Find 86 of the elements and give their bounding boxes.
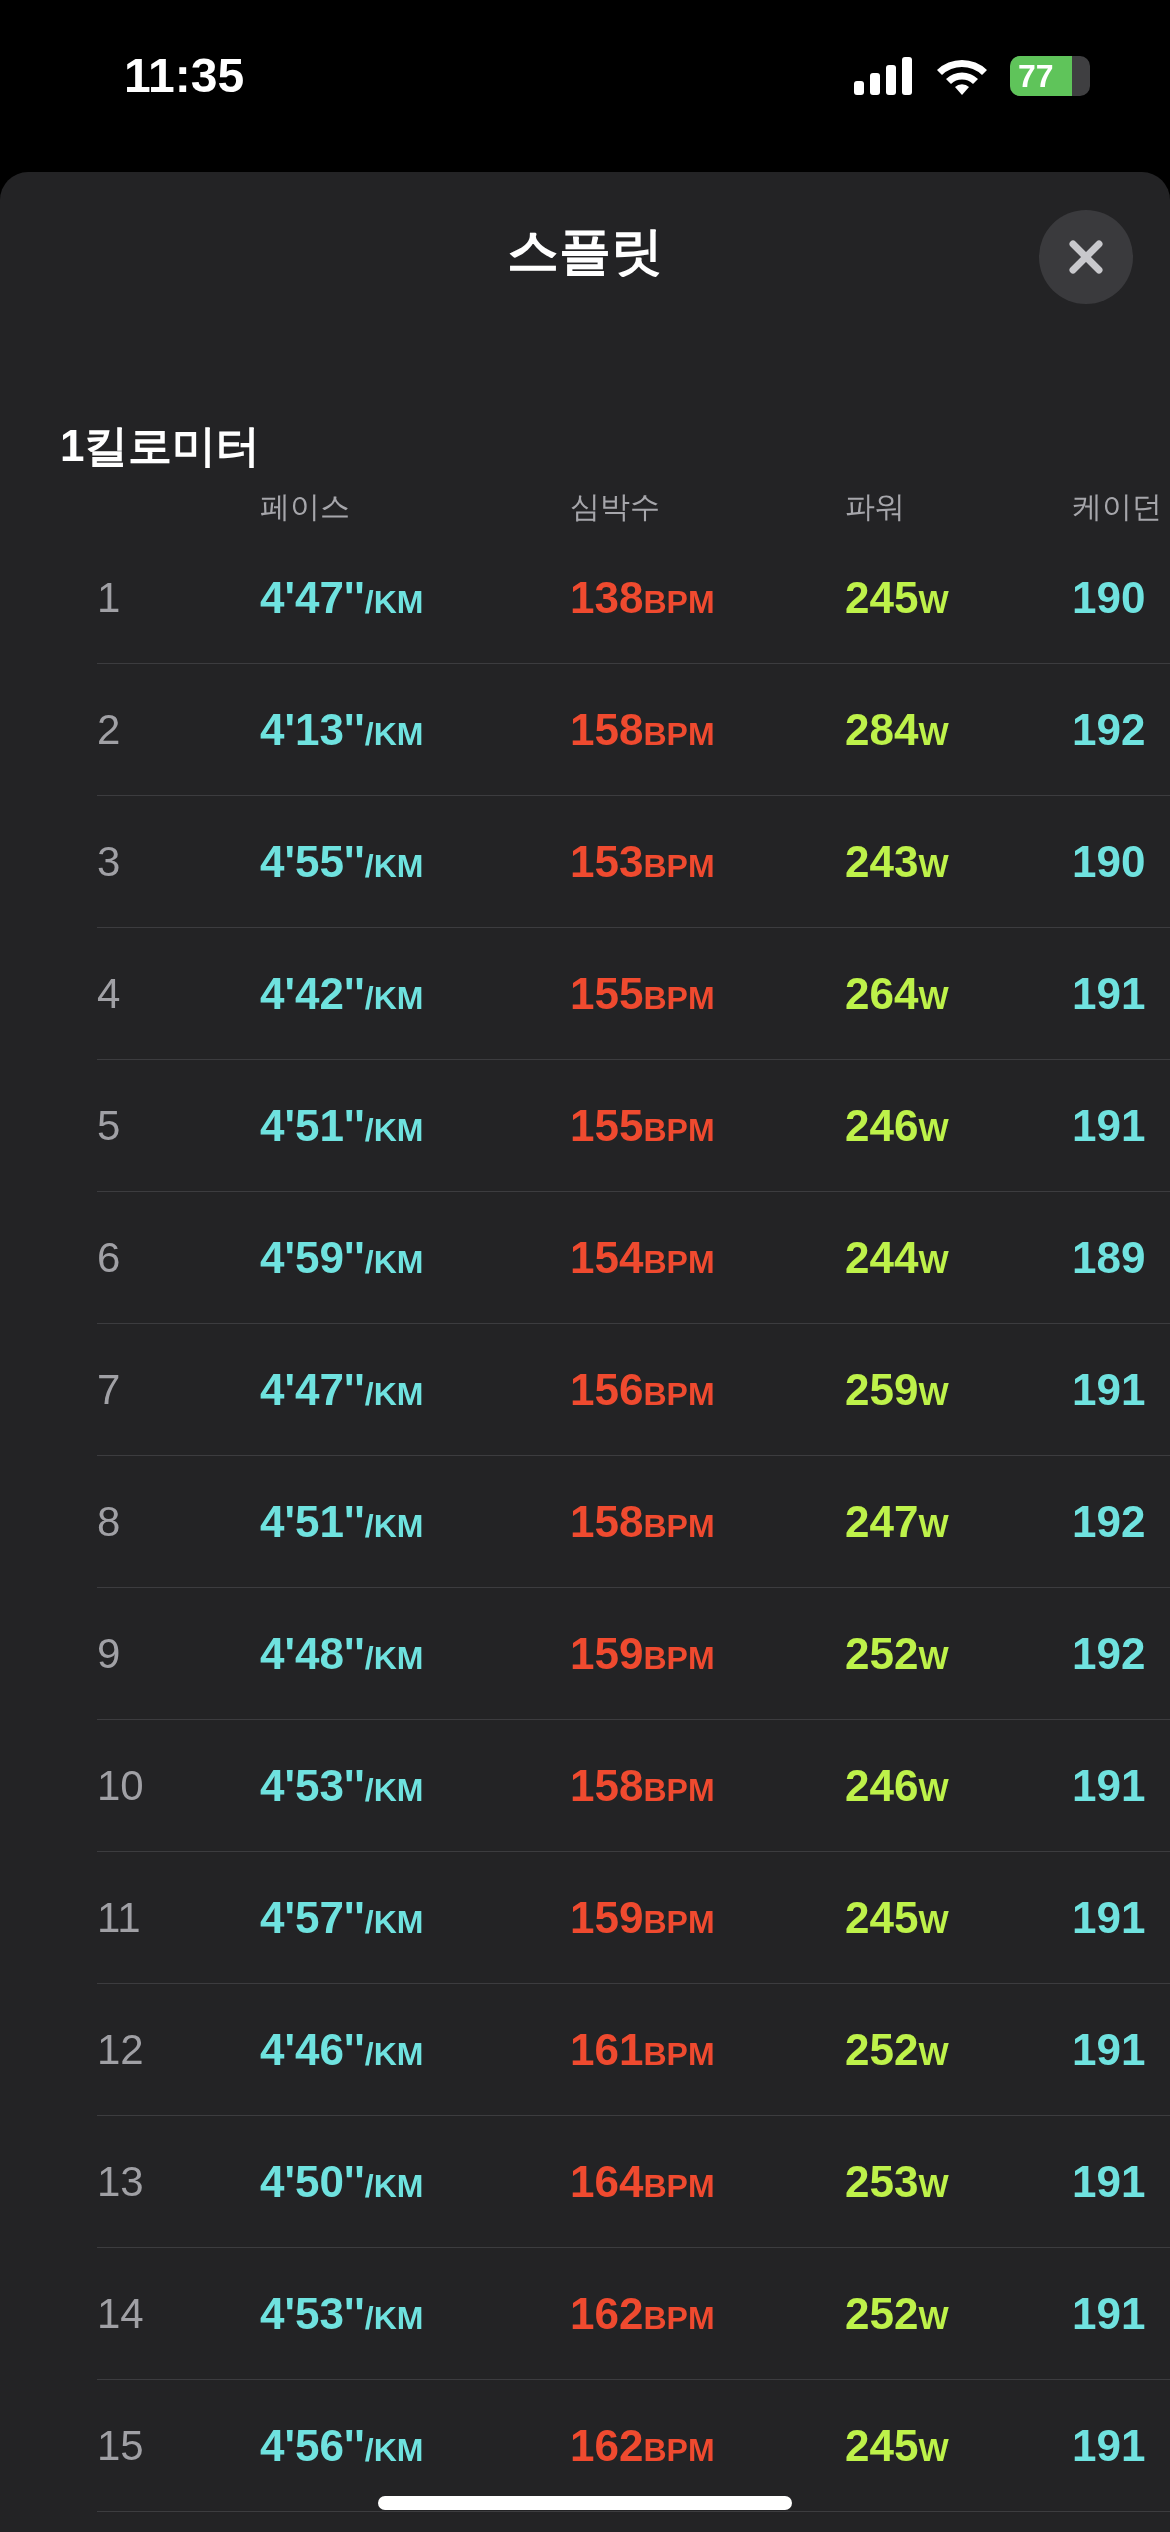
wifi-icon: [936, 57, 988, 95]
close-icon: [1068, 239, 1104, 275]
heart-rate-value: 158BPM: [570, 704, 715, 755]
heart-rate-value: 155BPM: [570, 968, 715, 1019]
heart-rate-value: 162BPM: [570, 2420, 715, 2471]
column-header: 파워: [845, 488, 906, 525]
pace-value: 4'53''/KM: [260, 1760, 424, 1811]
power-value: 264W: [845, 968, 949, 1019]
split-number: 4: [97, 969, 121, 1018]
pace-value: 4'57''/KM: [260, 1892, 424, 1943]
pace-value: 4'53''/KM: [260, 2288, 424, 2339]
cadence-value: 192: [1072, 1496, 1146, 1547]
cadence-value: 191: [1072, 1100, 1146, 1151]
heart-rate-value: 164BPM: [570, 2156, 715, 2207]
split-number: 1: [97, 573, 121, 622]
pace-value: 4'48''/KM: [260, 1628, 424, 1679]
power-value: 247W: [845, 1496, 949, 1547]
split-number: 9: [97, 1629, 121, 1678]
power-value: 243W: [845, 836, 949, 887]
heart-rate-value: 153BPM: [570, 836, 715, 887]
split-number: 2: [97, 705, 121, 754]
heart-rate-value: 159BPM: [570, 1628, 715, 1679]
split-number: 7: [97, 1365, 121, 1414]
pace-value: 4'51''/KM: [260, 1496, 424, 1547]
pace-value: 4'13''/KM: [260, 704, 424, 755]
power-value: 245W: [845, 1892, 949, 1943]
split-number: 6: [97, 1233, 121, 1282]
column-header: 페이스: [260, 488, 351, 525]
split-number: 10: [97, 1761, 144, 1810]
heart-rate-value: 156BPM: [570, 1364, 715, 1415]
heart-rate-value: 155BPM: [570, 1100, 715, 1151]
heart-rate-value: 154BPM: [570, 1232, 715, 1283]
power-value: 245W: [845, 572, 949, 623]
split-number: 15: [97, 2421, 144, 2470]
cadence-value: 191: [1072, 2420, 1146, 2471]
split-number: 5: [97, 1101, 121, 1150]
cadence-value: 191: [1072, 2156, 1146, 2207]
pace-value: 4'50''/KM: [260, 2156, 424, 2207]
pace-value: 4'42''/KM: [260, 968, 424, 1019]
split-number: 14: [97, 2289, 144, 2338]
pace-value: 4'47''/KM: [260, 572, 424, 623]
column-header: 심박수: [570, 488, 661, 525]
heart-rate-value: 161BPM: [570, 2024, 715, 2075]
battery-icon: 77: [1010, 56, 1090, 96]
pace-value: 4'56''/KM: [260, 2420, 424, 2471]
cadence-value: 190: [1072, 572, 1146, 623]
pace-value: 4'59''/KM: [260, 1232, 424, 1283]
power-value: 246W: [845, 1760, 949, 1811]
split-number: 3: [97, 837, 121, 886]
cadence-value: 190: [1072, 836, 1146, 887]
heart-rate-value: 158BPM: [570, 1496, 715, 1547]
heart-rate-value: 159BPM: [570, 1892, 715, 1943]
cadence-value: 189: [1072, 1232, 1146, 1283]
power-value: 246W: [845, 1100, 949, 1151]
split-number: 11: [97, 1893, 141, 1942]
cadence-value: 191: [1072, 1760, 1146, 1811]
split-number: 13: [97, 2157, 144, 2206]
pace-value: 4'47''/KM: [260, 1364, 424, 1415]
cadence-value: 191: [1072, 2024, 1146, 2075]
power-value: 259W: [845, 1364, 949, 1415]
cadence-value: 192: [1072, 1628, 1146, 1679]
power-value: 252W: [845, 1628, 949, 1679]
status-time: 11:35: [124, 48, 245, 104]
column-header: 케이던: [1072, 488, 1163, 525]
power-value: 244W: [845, 1232, 949, 1283]
split-number: 12: [97, 2025, 144, 2074]
cadence-value: 191: [1072, 1892, 1146, 1943]
pace-value: 4'46''/KM: [260, 2024, 424, 2075]
pace-value: 4'55''/KM: [260, 836, 424, 887]
heart-rate-value: 138BPM: [570, 572, 715, 623]
signal-icon: [854, 57, 914, 95]
cadence-value: 191: [1072, 968, 1146, 1019]
power-value: 284W: [845, 704, 949, 755]
power-value: 252W: [845, 2288, 949, 2339]
sheet-title: 스플릿: [507, 221, 663, 282]
power-value: 245W: [845, 2420, 949, 2471]
cadence-value: 191: [1072, 2288, 1146, 2339]
cadence-value: 191: [1072, 1364, 1146, 1415]
split-number: 8: [97, 1497, 121, 1546]
heart-rate-value: 162BPM: [570, 2288, 715, 2339]
power-value: 253W: [845, 2156, 949, 2207]
section-title: 1킬로미터: [60, 420, 262, 472]
pace-value: 4'51''/KM: [260, 1100, 424, 1151]
power-value: 252W: [845, 2024, 949, 2075]
heart-rate-value: 158BPM: [570, 1760, 715, 1811]
cadence-value: 192: [1072, 704, 1146, 755]
